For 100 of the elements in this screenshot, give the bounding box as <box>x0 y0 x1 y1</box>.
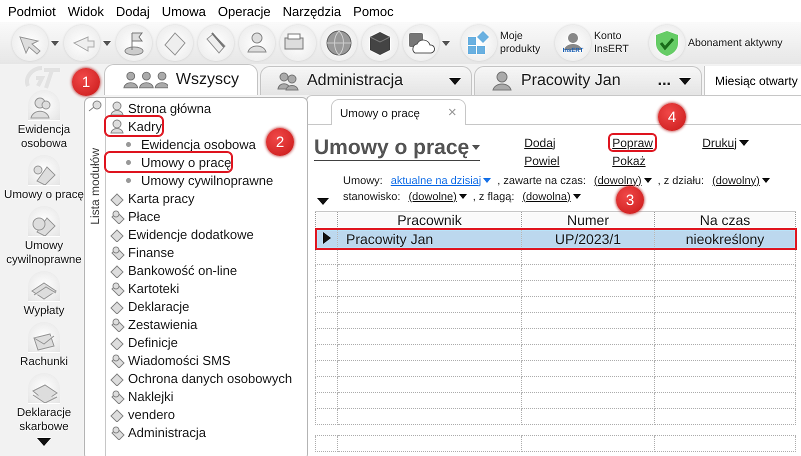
person-icon <box>109 100 125 116</box>
caret-icon <box>644 178 652 183</box>
module-icon <box>109 316 125 332</box>
table-cell: Pracowity Jan <box>338 228 522 248</box>
sidebar-item[interactable]: Umowy cywilnoprawne <box>0 206 88 267</box>
filter-label: , z flagą: <box>472 190 514 205</box>
menu-item[interactable]: Pomoc <box>353 4 394 18</box>
filter-label: stanowisko: <box>343 190 400 205</box>
module-icon <box>109 388 125 404</box>
action-link[interactable]: Popraw <box>610 135 655 150</box>
caret-icon <box>679 78 691 84</box>
module-item[interactable]: Wiadomości SMS <box>106 351 231 369</box>
filter-dropdown[interactable]: (dowolny) <box>592 173 654 188</box>
caret-icon <box>458 194 467 199</box>
filter-label: , z działu: <box>658 174 704 189</box>
collapse-icon <box>317 198 329 205</box>
module-item[interactable]: Finanse <box>106 243 174 261</box>
sidebar-item[interactable]: Umowy o pracę <box>0 155 88 202</box>
filter-dropdown[interactable]: (dowolny) <box>710 173 772 188</box>
pen-button[interactable] <box>198 25 234 61</box>
table-row[interactable]: Pracowity Jan UP/2023/1 nieokreślony <box>316 228 796 248</box>
tab[interactable]: Administracja <box>260 66 472 95</box>
caret-icon <box>738 140 749 146</box>
tab[interactable]: Pracowity Jan ... <box>474 66 702 95</box>
column-header[interactable]: Na czas <box>654 212 796 228</box>
table-cell: nieokreślony <box>654 228 796 248</box>
menu-item[interactable]: Widok <box>68 4 104 18</box>
action-link[interactable]: Dodaj <box>522 135 558 150</box>
arrow-button[interactable] <box>64 25 111 61</box>
caret-icon <box>472 145 480 150</box>
menu-item[interactable]: Operacje <box>218 4 271 18</box>
tab[interactable]: Wszyscy <box>104 64 258 95</box>
bullet-icon <box>126 178 131 182</box>
step-badge: 1 <box>72 68 100 96</box>
module-item[interactable]: Kadry <box>106 117 162 135</box>
module-item[interactable]: Zestawienia <box>106 315 198 333</box>
products-button[interactable]: Moje produkty <box>461 25 550 61</box>
person-button[interactable] <box>239 25 275 61</box>
arrow-button[interactable] <box>12 25 59 61</box>
subscription-button[interactable]: Abonament aktywny <box>649 25 783 61</box>
module-icon <box>109 424 125 440</box>
printer-button[interactable] <box>280 25 316 61</box>
panel-title: Lista modułów <box>88 148 102 225</box>
submodule-item[interactable]: Ewidencja osobowa <box>106 135 256 153</box>
module-icon <box>109 280 125 296</box>
module-icon <box>109 352 125 368</box>
module-item[interactable]: Kartoteki <box>106 279 180 297</box>
person-icon <box>109 118 125 134</box>
filter-dropdown[interactable]: (dowolna) <box>520 189 583 204</box>
module-item[interactable]: Strona główna <box>106 99 212 117</box>
person-icon <box>277 71 299 91</box>
action-link[interactable]: Pokaż <box>610 153 648 168</box>
caret-icon <box>449 78 461 84</box>
menu-item[interactable]: Dodaj <box>116 4 150 18</box>
cube-button[interactable] <box>362 25 398 61</box>
module-item[interactable]: Ochrona danych osobowych <box>106 369 292 387</box>
submodule-item[interactable]: Umowy o pracę <box>106 153 232 171</box>
shield-icon <box>654 29 680 57</box>
period-label: Miesiąc otwarty <box>704 66 801 95</box>
module-item[interactable]: Płace <box>106 207 161 225</box>
menu-item[interactable]: Podmiot <box>8 4 56 18</box>
caret-icon <box>762 178 770 183</box>
module-item[interactable]: Definicje <box>106 333 178 351</box>
column-header[interactable]: Numer <box>522 212 654 228</box>
menu-item[interactable]: Narzędzia <box>282 4 342 18</box>
column-header[interactable]: Pracownik <box>338 212 522 228</box>
filter-dropdown[interactable]: (dowolne) <box>406 189 469 204</box>
bullet-icon <box>126 142 131 146</box>
caret-icon <box>442 40 450 46</box>
module-item[interactable]: Bankowość on-line <box>106 261 238 279</box>
page-title[interactable]: Umowy o pracę <box>314 135 480 161</box>
module-item[interactable]: Ewidencje dodatkowe <box>106 225 254 243</box>
action-link[interactable]: Drukuj <box>700 135 751 150</box>
module-icon <box>109 208 125 224</box>
row-pointer-icon <box>322 232 330 244</box>
filter-dropdown[interactable]: aktualne na dzisiaj <box>388 173 494 188</box>
action-link[interactable]: Powiel <box>522 153 562 168</box>
module-item[interactable]: Administracja <box>106 423 206 441</box>
module-icon <box>109 244 125 260</box>
submodule-item[interactable]: Umowy cywilnoprawne <box>106 171 274 189</box>
caret-icon <box>51 40 59 46</box>
filter-label: Umowy: <box>343 174 383 189</box>
more-arrow-icon <box>37 438 51 446</box>
sidebar-item[interactable]: Wypłaty <box>0 271 88 318</box>
filter-label: , zawarte na czas: <box>497 174 586 189</box>
module-item[interactable]: Naklejki <box>106 387 174 405</box>
module-item[interactable]: vendero <box>106 405 175 423</box>
caret-icon <box>103 40 111 46</box>
module-item[interactable]: Karta pracy <box>106 189 194 207</box>
table-cell: UP/2023/1 <box>522 228 654 248</box>
caret-icon <box>572 194 581 199</box>
module-item[interactable]: Deklaracje <box>106 297 190 315</box>
people-icon <box>121 70 168 90</box>
sidebar-item[interactable]: Rachunki <box>0 322 88 369</box>
globe-button[interactable] <box>321 25 357 61</box>
cloud-button[interactable] <box>403 25 450 61</box>
document-tab[interactable]: Umowy o pracę × <box>331 99 466 125</box>
menu-item[interactable]: Umowa <box>162 4 206 18</box>
sidebar-item[interactable]: Deklaracje skarbowe <box>0 373 88 434</box>
flag-button[interactable] <box>116 25 152 61</box>
